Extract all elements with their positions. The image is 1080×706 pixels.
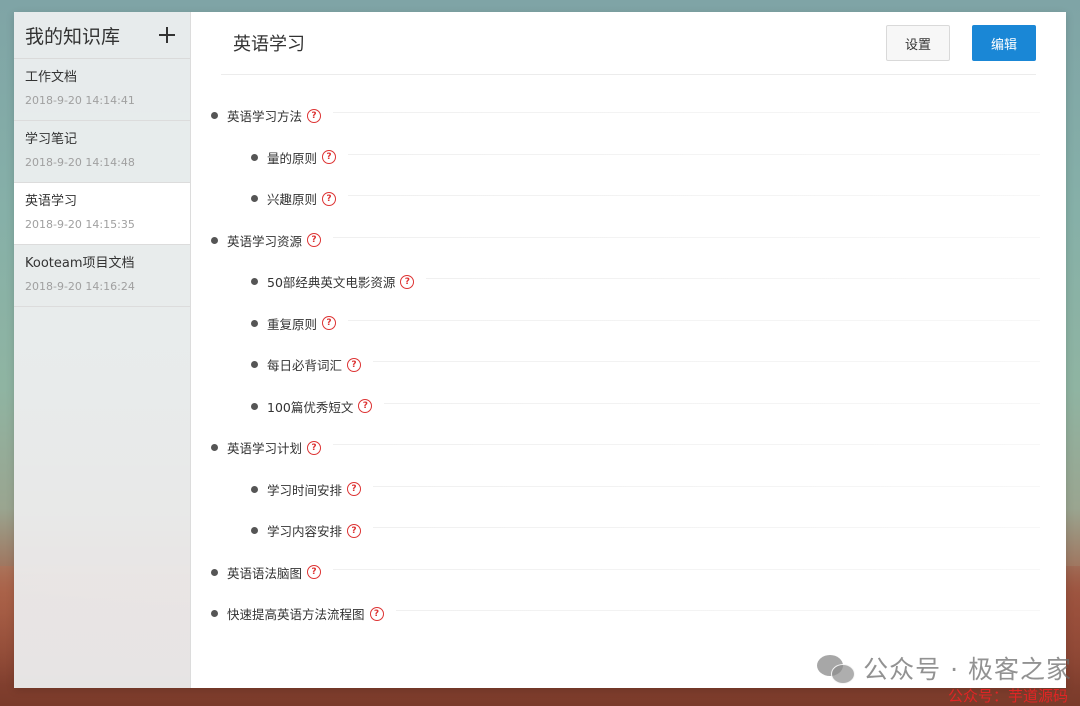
outline-node-label: 100篇优秀短文 (267, 399, 354, 415)
help-icon[interactable]: ? (347, 523, 362, 538)
node-divider (373, 361, 1040, 363)
outline-node-label: 英语学习资源 (227, 233, 303, 249)
outline-node-label: 学习内容安排 (267, 524, 343, 540)
doc-timestamp: 2018-9-20 14:14:48 (25, 156, 135, 169)
outline-subnode[interactable]: 兴趣原则? (211, 178, 1040, 220)
node-divider (373, 527, 1040, 529)
bullet-icon (251, 527, 258, 535)
page-title: 英语学习 (233, 34, 305, 55)
help-icon[interactable]: ? (322, 150, 337, 165)
outline-subnode[interactable]: 每日必背词汇? (211, 344, 1040, 386)
outline-subnode[interactable]: 50部经典英文电影资源? (211, 261, 1040, 303)
outline-node-label: 英语语法脑图 (227, 565, 303, 581)
sidebar-fade (14, 308, 190, 688)
bullet-icon (211, 444, 218, 452)
node-divider (426, 278, 1040, 280)
help-icon[interactable]: ? (307, 108, 322, 123)
doc-timestamp: 2018-9-20 14:14:41 (25, 94, 135, 107)
help-icon[interactable]: ? (307, 233, 322, 248)
watermark-text: 公众号 · 极客之家 (863, 655, 1072, 684)
main-header: 英语学习 设置 编辑 (221, 12, 1036, 75)
help-icon[interactable]: ? (322, 191, 337, 206)
outline-node-label: 快速提高英语方法流程图 (227, 607, 365, 623)
node-divider (333, 112, 1040, 114)
bullet-icon (251, 361, 258, 369)
bullet-icon (251, 485, 258, 493)
doc-name: 工作文档 (25, 70, 78, 85)
node-divider (395, 610, 1040, 612)
bullet-icon (251, 278, 258, 286)
doc-timestamp: 2018-9-20 14:16:24 (25, 280, 135, 293)
node-divider (384, 402, 1040, 404)
outline-node-label: 量的原则 (267, 150, 318, 166)
outline-node-label: 英语学习方法 (227, 109, 303, 125)
node-divider (348, 153, 1040, 155)
outline-node[interactable]: 英语学习计划? (211, 427, 1040, 469)
help-icon[interactable]: ? (369, 606, 384, 621)
help-icon[interactable]: ? (400, 274, 415, 289)
bullet-icon (211, 568, 218, 576)
help-icon[interactable]: ? (358, 399, 373, 414)
doc-list-item[interactable]: 英语学习 2018-9-20 14:15:35 (14, 183, 190, 245)
bullet-icon (211, 610, 218, 618)
outline-node-label: 重复原则 (267, 316, 318, 332)
watermark-subtext: 公众号：芋道源码 (947, 687, 1068, 705)
edit-button[interactable]: 编辑 (972, 25, 1036, 61)
bullet-icon (251, 153, 258, 161)
outline-subnode[interactable]: 100篇优秀短文? (211, 386, 1040, 428)
bullet-icon (211, 236, 218, 244)
node-divider (333, 444, 1040, 446)
sidebar: 我的知识库 工作文档 2018-9-20 14:14:41 学习笔记 2018-9-2… (14, 12, 191, 688)
node-divider (333, 236, 1040, 238)
doc-timestamp: 2018-9-20 14:15:35 (25, 218, 135, 231)
doc-name: Kooteam项目文档 (25, 256, 135, 271)
outline-subnode[interactable]: 学习内容安排? (211, 510, 1040, 552)
outline-node[interactable]: 英语学习方法? (211, 95, 1040, 137)
watermark: 公众号 · 极客之家 (817, 650, 1072, 686)
sidebar-title: 我的知识库 (25, 25, 121, 48)
doc-list-item[interactable]: 工作文档 2018-9-20 14:14:41 (14, 59, 190, 121)
outline-tree: 英语学习方法? 量的原则? 兴趣原则? 英语学习资源? 50部经典英文电影资源? 重复原则… (211, 95, 1040, 635)
bullet-icon (251, 402, 258, 410)
help-icon[interactable]: ? (307, 440, 322, 455)
doc-name: 英语学习 (25, 194, 78, 209)
help-icon[interactable]: ? (322, 316, 337, 331)
node-divider (348, 319, 1040, 321)
outline-node-label: 英语学习计划 (227, 441, 303, 457)
outline-node[interactable]: 快速提高英语方法流程图? (211, 593, 1040, 635)
doc-list-item[interactable]: Kooteam项目文档 2018-9-20 14:16:24 (14, 245, 190, 307)
doc-list: 工作文档 2018-9-20 14:14:41 学习笔记 2018-9-20 14:1… (14, 59, 190, 307)
bullet-icon (251, 319, 258, 327)
app-window: 我的知识库 工作文档 2018-9-20 14:14:41 学习笔记 2018-9-2… (14, 12, 1066, 688)
sidebar-header: 我的知识库 (14, 12, 190, 59)
outline-node-label: 学习时间安排 (267, 482, 343, 498)
bullet-icon (251, 195, 258, 203)
outline-subnode[interactable]: 重复原则? (211, 303, 1040, 345)
help-icon[interactable]: ? (347, 482, 362, 497)
node-divider (373, 485, 1040, 487)
outline-subnode[interactable]: 学习时间安排? (211, 469, 1040, 511)
outline-node[interactable]: 英语学习资源? (211, 220, 1040, 262)
outline-node-label: 每日必背词汇 (267, 358, 343, 374)
plus-icon[interactable] (156, 24, 178, 46)
help-icon[interactable]: ? (347, 357, 362, 372)
outline-node[interactable]: 英语语法脑图? (211, 552, 1040, 594)
doc-list-item[interactable]: 学习笔记 2018-9-20 14:14:48 (14, 121, 190, 183)
help-icon[interactable]: ? (307, 565, 322, 580)
outline-subnode[interactable]: 量的原则? (211, 137, 1040, 179)
settings-button[interactable]: 设置 (886, 25, 950, 61)
outline-node-label: 50部经典英文电影资源 (267, 275, 396, 291)
wechat-icon (817, 653, 856, 684)
doc-name: 学习笔记 (25, 132, 78, 147)
main-panel: 英语学习 设置 编辑 英语学习方法? 量的原则? 兴趣原则? 英语学习资源? 50部经典… (191, 12, 1066, 688)
outline-node-label: 兴趣原则 (267, 192, 318, 208)
bullet-icon (211, 112, 218, 120)
node-divider (333, 568, 1040, 570)
node-divider (348, 195, 1040, 197)
